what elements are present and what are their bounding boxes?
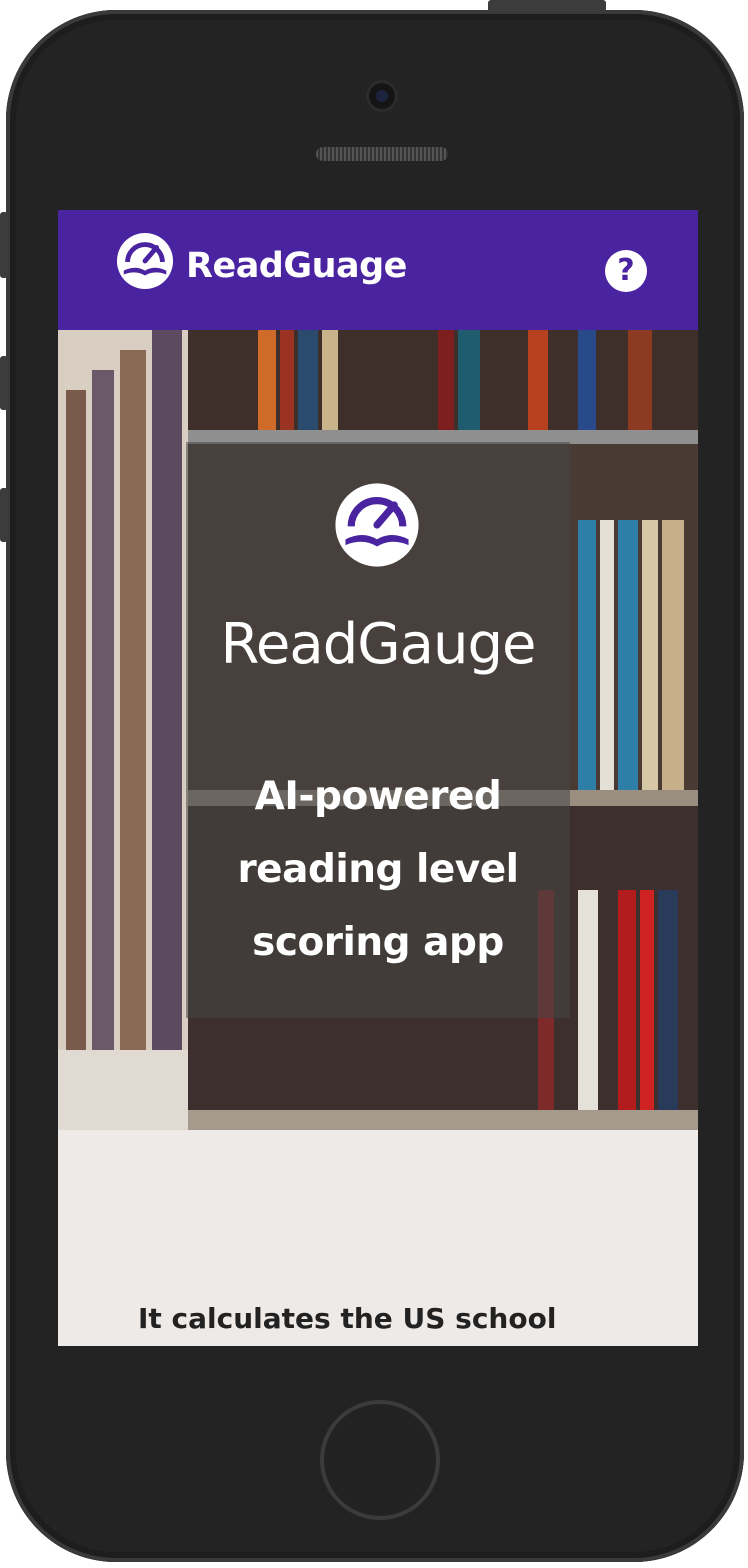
hero-overlay-panel: ReadGauge AI-powered reading level scori… bbox=[186, 442, 570, 1018]
app-bar: ReadGuage ? bbox=[58, 210, 698, 330]
mute-switch[interactable] bbox=[0, 212, 8, 278]
intro-text: It calculates the US school bbox=[138, 1302, 557, 1335]
hero-brand-title: ReadGauge bbox=[220, 612, 537, 677]
help-button[interactable]: ? bbox=[605, 250, 647, 292]
app-screen: ReadGuage ? ReadGauge AI-powered reading… bbox=[58, 210, 698, 1346]
question-mark-icon: ? bbox=[617, 253, 635, 288]
volume-down-button[interactable] bbox=[0, 488, 8, 542]
home-button[interactable] bbox=[320, 1400, 440, 1520]
gauge-book-icon bbox=[335, 483, 419, 567]
top-button[interactable] bbox=[488, 0, 606, 12]
front-camera bbox=[366, 80, 398, 112]
earpiece-speaker bbox=[316, 147, 448, 161]
gauge-book-icon[interactable] bbox=[116, 232, 174, 290]
hero-tagline: AI-powered reading level scoring app bbox=[237, 774, 519, 965]
hero-banner: ReadGauge AI-powered reading level scori… bbox=[58, 330, 698, 1130]
app-title: ReadGuage bbox=[186, 246, 407, 286]
volume-up-button[interactable] bbox=[0, 356, 8, 410]
